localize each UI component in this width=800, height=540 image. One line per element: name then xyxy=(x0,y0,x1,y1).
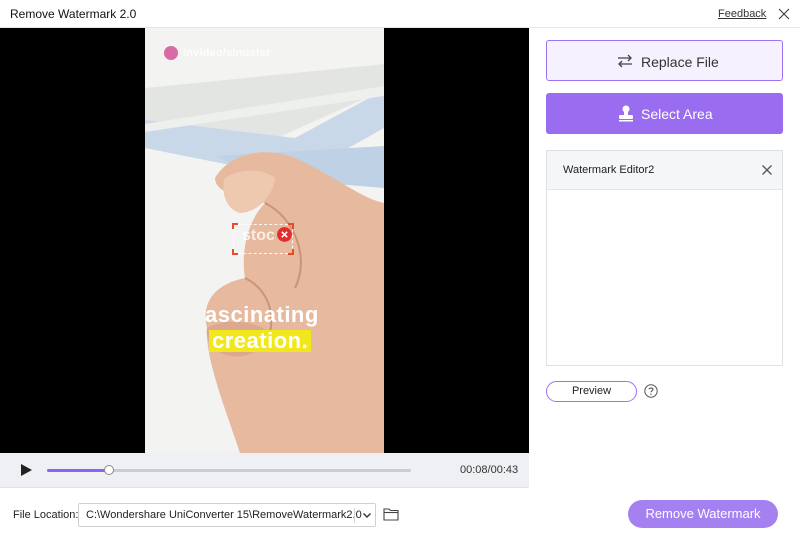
select-area-button[interactable]: Select Area xyxy=(546,93,783,134)
selection-handle-bottom-right[interactable] xyxy=(288,249,294,255)
file-location-value: C:\Wondershare UniConverter 15\RemoveWat… xyxy=(86,509,362,521)
remove-selection-icon[interactable] xyxy=(277,227,292,242)
video-overlay-handle: invideo/ainuster xyxy=(183,47,271,59)
bottom-bar: File Location: C:\Wondershare UniConvert… xyxy=(0,489,800,540)
app-title: Remove Watermark 2.0 xyxy=(10,7,137,21)
replace-file-label: Replace File xyxy=(641,54,719,70)
remove-watermark-button[interactable]: Remove Watermark xyxy=(628,500,778,528)
file-location-divider xyxy=(354,508,355,523)
video-caption-line2: creation. xyxy=(212,328,309,353)
window-close-icon[interactable] xyxy=(776,6,792,22)
file-location-label: File Location: xyxy=(13,509,79,521)
playback-knob[interactable] xyxy=(104,465,115,475)
preview-button[interactable]: Preview xyxy=(546,381,637,402)
remove-watermark-label: Remove Watermark xyxy=(645,506,761,521)
time-display: 00:08/00:43 xyxy=(460,464,519,476)
video-preview: invideo/ainuster ascinating creation. st… xyxy=(0,28,529,453)
select-area-label: Select Area xyxy=(641,106,713,122)
help-icon[interactable] xyxy=(644,384,658,398)
title-bar: Remove Watermark 2.0 Feedback xyxy=(0,0,800,28)
video-caption-line1: ascinating xyxy=(205,302,319,327)
selected-watermark-text: stoc xyxy=(242,227,275,244)
folder-icon[interactable] xyxy=(383,507,399,521)
invideo-logo-icon xyxy=(164,46,178,60)
swap-arrows-icon xyxy=(618,54,632,68)
play-icon[interactable] xyxy=(19,463,33,477)
watermark-editor-panel: Watermark Editor2 xyxy=(546,150,783,366)
watermark-editor-title: Watermark Editor2 xyxy=(563,164,655,176)
replace-file-button[interactable]: Replace File xyxy=(546,40,783,81)
video-caption-highlight: creation. xyxy=(209,328,312,353)
selection-handle-top-left[interactable] xyxy=(232,223,238,229)
stamp-icon xyxy=(619,105,633,122)
playback-slider[interactable] xyxy=(47,465,411,475)
selection-handle-bottom-left[interactable] xyxy=(232,249,238,255)
playback-progress xyxy=(47,469,110,472)
close-icon[interactable] xyxy=(761,164,773,176)
playback-controls: 00:08/00:43 xyxy=(0,453,529,488)
feedback-link[interactable]: Feedback xyxy=(718,8,766,20)
file-location-select[interactable]: C:\Wondershare UniConverter 15\RemoveWat… xyxy=(78,503,376,527)
chevron-down-icon[interactable] xyxy=(361,509,373,521)
watermark-editor-header: Watermark Editor2 xyxy=(547,151,782,190)
preview-label: Preview xyxy=(571,385,612,397)
